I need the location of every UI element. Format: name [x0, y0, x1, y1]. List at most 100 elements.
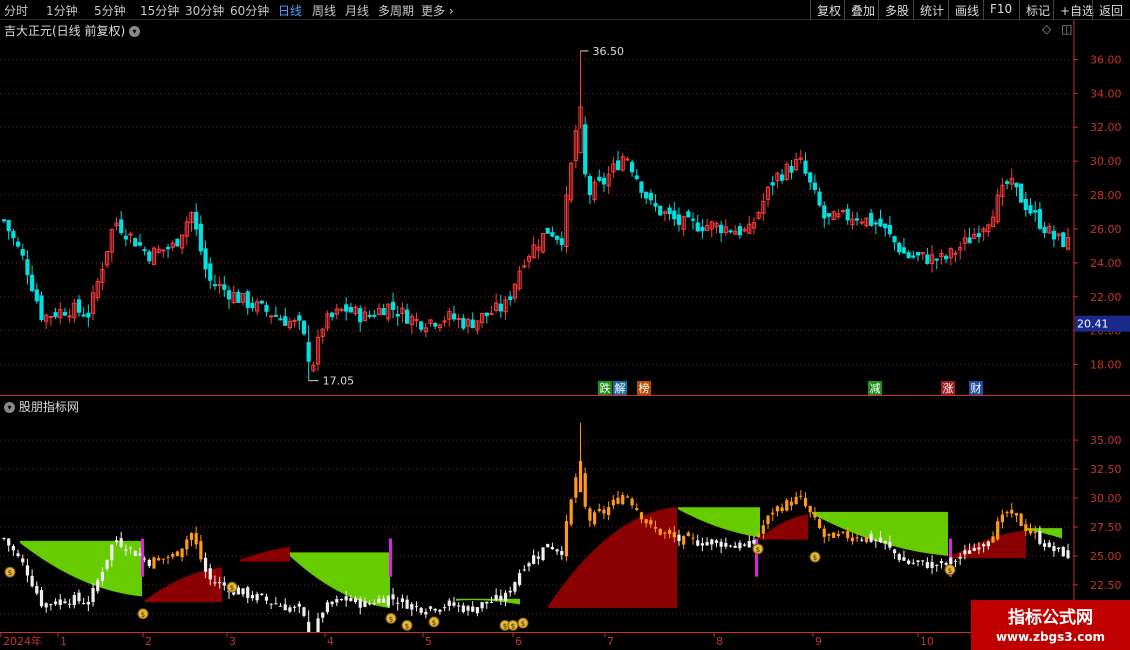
period-fenshi[interactable]: 分时 [4, 2, 28, 19]
candle-body [1, 219, 7, 222]
stats-button[interactable]: 统计 [913, 0, 950, 20]
indicator-candle [728, 544, 733, 548]
fuquan-button[interactable]: 复权 [810, 0, 847, 20]
period-60min[interactable]: 60分钟 [230, 2, 269, 19]
indicator-body [766, 515, 770, 525]
event-tag: 解 [613, 381, 627, 395]
indicator-body [396, 602, 400, 604]
indicator-body [564, 521, 569, 557]
indicator-body [7, 538, 11, 546]
indicator-body [653, 526, 658, 529]
down-candle [212, 274, 218, 291]
period-more[interactable]: 更多 › [421, 2, 454, 19]
indicator-candle [307, 610, 311, 648]
time-axis-label: 8 [716, 635, 723, 648]
candle-body [644, 191, 649, 199]
candle-body [212, 284, 218, 287]
candle-body [161, 249, 166, 252]
overlay-button[interactable]: 叠加 [844, 0, 881, 20]
down-candle [601, 172, 607, 193]
money-bag-icon: $ [428, 616, 440, 628]
candle-body [615, 160, 621, 171]
period-daily[interactable]: 日线 [278, 2, 302, 19]
indicator-candle [274, 597, 278, 605]
indicator-body [785, 500, 789, 511]
up-candle [972, 227, 977, 240]
candle-body [250, 302, 255, 309]
candle-body [1051, 230, 1057, 240]
candle-body [887, 224, 892, 235]
indicator-candle [250, 590, 255, 601]
chevron-down-icon[interactable]: ▾ [4, 402, 15, 413]
period-15min[interactable]: 15分钟 [140, 2, 179, 19]
indicator-body [625, 496, 630, 498]
indicator-candle [897, 552, 901, 563]
indicator-body [1066, 550, 1070, 559]
candle-body [1004, 181, 1010, 184]
period-multi[interactable]: 多周期 [378, 2, 414, 19]
up-candle [255, 298, 260, 316]
indicator-candle [428, 605, 433, 612]
down-candle [583, 116, 588, 178]
indicator-body [166, 556, 170, 558]
indicator-candle [991, 531, 995, 543]
indicator-candle [813, 507, 817, 521]
down-candle [259, 300, 264, 305]
indicator-body [297, 603, 301, 607]
candle-body [30, 274, 35, 291]
panel-toggle-icon[interactable]: ◫ [1061, 22, 1072, 36]
down-candle [39, 291, 44, 322]
chevron-down-icon[interactable]: ▾ [129, 26, 141, 37]
candle-body [358, 308, 363, 323]
indicator-body [864, 536, 869, 543]
candle-body [629, 161, 635, 173]
indicator-chart[interactable]: 35.0032.5030.0027.5025.0022.5020.00$$$$$… [0, 396, 1130, 648]
money-bag-icon: $ [944, 564, 956, 576]
period-5min[interactable]: 5分钟 [94, 2, 126, 19]
down-candle [808, 171, 813, 190]
indicator-candle [185, 535, 189, 556]
price-chart[interactable]: 36.00 34.00 32.00 30.00 28.00 26.00 24.00 22.00… [0, 20, 1130, 396]
down-candle [198, 215, 203, 256]
indicator-body [527, 563, 531, 567]
period-30min[interactable]: 30分钟 [185, 2, 224, 19]
indicator-candle [785, 498, 789, 512]
indicator-candle [700, 537, 704, 552]
period-monthly[interactable]: 月线 [345, 2, 369, 19]
f10-button[interactable]: F10 [983, 0, 1018, 20]
indicator-body [1014, 513, 1019, 516]
down-candle [390, 292, 396, 319]
indicator-candle [466, 604, 470, 616]
money-bag-icon: $ [517, 617, 529, 629]
indicator-body [935, 564, 939, 566]
multi-stock-button[interactable]: 多股 [878, 0, 915, 20]
indicator-body [199, 541, 203, 560]
chart-header-tools: ◇ ◫ [1042, 22, 1072, 36]
up-candle [962, 229, 967, 252]
indicator-body [25, 565, 30, 576]
draw-line-button[interactable]: 画线 [948, 0, 985, 20]
period-weekly[interactable]: 周线 [312, 2, 336, 19]
indicator-body [283, 604, 287, 611]
up-candle [465, 317, 471, 334]
indicator-candle [677, 529, 681, 547]
period-1min[interactable]: 1分钟 [46, 2, 78, 19]
back-button[interactable]: 返回 [1092, 0, 1129, 20]
indicator-candle [771, 508, 775, 522]
indicator-body [1000, 514, 1004, 523]
candle-body [686, 211, 691, 218]
mark-button[interactable]: 标记 [1019, 0, 1056, 20]
candle-body [648, 192, 653, 201]
indicator-body [874, 540, 878, 542]
candle-body [301, 320, 307, 335]
diamond-icon[interactable]: ◇ [1042, 22, 1051, 36]
indicator-candle [161, 558, 165, 564]
down-candle [1061, 231, 1066, 248]
period-more-label[interactable]: 更多 [421, 4, 445, 18]
down-candle [812, 174, 817, 194]
candle-body [6, 220, 11, 232]
indicator-body [452, 602, 456, 606]
indicator-body [658, 528, 662, 535]
candle-body [283, 316, 288, 326]
candle-body [1014, 182, 1019, 188]
